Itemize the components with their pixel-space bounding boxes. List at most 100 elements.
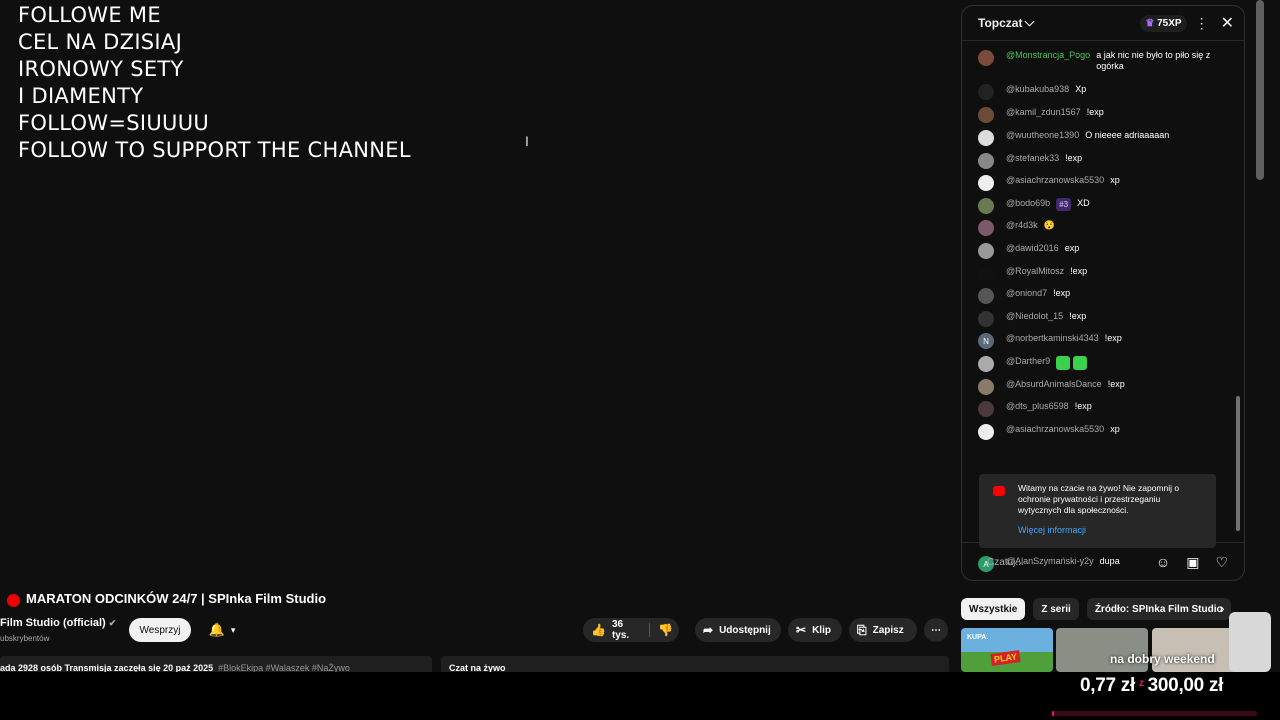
save-button[interactable]: ⎘ Zapisz (849, 618, 917, 642)
page-scrollbar[interactable] (1256, 0, 1264, 180)
notice-link[interactable]: Więcej informacji (1018, 525, 1086, 535)
like-count[interactable]: 36 tys. (612, 619, 639, 641)
chat-messages: @Monstrancja_Pogo a jak nic nie było to p… (962, 42, 1232, 572)
chat-message[interactable]: @bodo69b #3 XD (962, 198, 1228, 214)
more-horizontal-icon: ⋯ (931, 624, 941, 636)
subscriber-count: ubskrybentów (0, 634, 50, 643)
heart-icon[interactable]: ♡ (1215, 554, 1228, 571)
chevron-right-icon[interactable]: › (1220, 600, 1225, 616)
chat-text: a jak nic nie było to piło się z ogórka (1096, 50, 1211, 71)
chip-all[interactable]: Wszystkie (961, 598, 1026, 620)
emoji-icon[interactable]: ☺ (1156, 554, 1170, 570)
chat-author[interactable]: @dawid2016 (1006, 243, 1059, 254)
avatar[interactable] (978, 84, 994, 100)
chat-message[interactable]: @Niedolot_15 !exp (962, 311, 1228, 327)
chat-message[interactable]: @asiachrzanowska5530 xp (962, 175, 1228, 191)
avatar[interactable] (978, 175, 994, 191)
chat-welcome-notice: Witamy na czacie na żywo! Nie zapomnij o… (979, 474, 1216, 548)
chat-author[interactable]: @RoyalMitosz (1006, 266, 1064, 277)
avatar[interactable] (978, 356, 994, 372)
dislike-icon[interactable]: 👎 (658, 623, 673, 637)
chat-message[interactable]: @Monstrancja_Pogo a jak nic nie było to p… (962, 50, 1228, 72)
chat-author[interactable]: @kubakuba938 (1006, 84, 1069, 95)
chat-author[interactable]: @r4d3k (1006, 220, 1038, 231)
donation-progress-fill (1052, 711, 1055, 716)
channel-name-text[interactable]: Film Studio (official) (0, 617, 106, 629)
chat-author[interactable]: @dts_plus6598 (1006, 401, 1069, 412)
chat-author[interactable]: @asiachrzanowska5530 (1006, 424, 1104, 435)
chat-text: xp (1110, 424, 1120, 434)
super-chat-icon[interactable]: ▣ (1186, 554, 1199, 571)
chat-message[interactable]: @r4d3k 😯 (962, 220, 1228, 236)
chat-author[interactable]: @wuutheone1390 (1006, 130, 1079, 141)
avatar[interactable] (978, 130, 994, 146)
chat-message[interactable]: @RoyalMitosz !exp (962, 266, 1228, 282)
chat-message[interactable]: @dts_plus6598 !exp (962, 401, 1228, 417)
avatar[interactable] (978, 311, 994, 327)
xp-badge[interactable]: ♛ 75XP (1140, 14, 1187, 32)
share-button[interactable]: ➦ Udostępnij (695, 618, 781, 642)
avatar[interactable] (978, 266, 994, 282)
chat-input[interactable]: Czatuj... (987, 557, 1156, 568)
chat-author[interactable]: @Darther9 (1006, 356, 1050, 367)
clip-button[interactable]: ✂ Klip (788, 618, 842, 642)
chat-author[interactable]: @kamil_zdun1567 (1006, 107, 1081, 118)
chat-message[interactable]: @oniond7 !exp (962, 288, 1228, 304)
custom-emoji-icon (1073, 356, 1088, 370)
chat-message[interactable]: @stefanek33 !exp (962, 153, 1228, 169)
chat-author[interactable]: @asiachrzanowska5530 (1006, 175, 1104, 186)
chat-message[interactable]: @kubakuba938 Xp (962, 84, 1228, 100)
avatar[interactable] (978, 379, 994, 395)
notification-bell-button[interactable]: 🔔 ▾ (197, 618, 247, 642)
chat-author[interactable]: @Niedolot_15 (1006, 311, 1063, 322)
like-icon[interactable]: 👍 (591, 623, 606, 637)
avatar[interactable]: N (978, 333, 994, 349)
chat-message[interactable]: @kamil_zdun1567 !exp (962, 107, 1228, 123)
chat-scrollbar[interactable] (1236, 46, 1240, 536)
support-button[interactable]: Wesprzyj (129, 618, 191, 642)
avatar[interactable] (978, 424, 994, 440)
chat-mode-select[interactable]: Topczat (978, 16, 1022, 30)
member-badge: #3 (1056, 198, 1072, 211)
avatar[interactable] (978, 220, 994, 236)
chat-message[interactable]: @asiachrzanowska5530 xp (962, 424, 1228, 440)
chat-message[interactable]: @Darther9 (962, 356, 1228, 372)
chat-author[interactable]: @stefanek33 (1006, 153, 1059, 164)
video-title: MARATON ODCINKÓW 24/7 | SPInka Film Stud… (26, 591, 327, 606)
avatar[interactable] (978, 288, 994, 304)
channel-name[interactable]: Film Studio (official) ✔ (0, 617, 116, 629)
chat-author[interactable]: @bodo69b (1006, 198, 1050, 209)
chat-author[interactable]: @AbsurdAnimalsDance (1006, 379, 1102, 390)
overlay-line: FOLLOW=SIUUUU (18, 111, 210, 135)
more-actions-button[interactable]: ⋯ (924, 618, 948, 642)
bell-icon: 🔔 (208, 622, 225, 637)
chat-message[interactable]: @dawid2016 exp (962, 243, 1228, 259)
chevron-down-icon[interactable] (1025, 16, 1035, 26)
chat-text: !exp (1065, 153, 1083, 163)
close-icon[interactable]: ✕ (1221, 13, 1234, 33)
avatar[interactable] (978, 243, 994, 259)
chat-author[interactable]: @oniond7 (1006, 288, 1047, 299)
thumbnail-label: KUPA. (967, 634, 989, 641)
chat-message[interactable]: @AbsurdAnimalsDance !exp (962, 379, 1228, 395)
chat-message[interactable]: @wuutheone1390 O nieeee adriaaaaan (962, 130, 1228, 146)
chat-message[interactable]: N @norbertkaminski4343 !exp (962, 333, 1228, 349)
verified-icon: ✔ (108, 618, 117, 628)
chat-author[interactable]: @Monstrancja_Pogo (1006, 50, 1090, 61)
chat-author[interactable]: @norbertkaminski4343 (1006, 333, 1099, 344)
avatar[interactable] (978, 153, 994, 169)
related-video-thumbnail[interactable]: KUPA. PLAY (961, 628, 1053, 672)
avatar[interactable] (978, 401, 994, 417)
chip-source[interactable]: Źródło: SPInka Film Studio (1086, 598, 1231, 620)
avatar[interactable] (978, 198, 994, 214)
avatar[interactable] (978, 107, 994, 123)
chip-series[interactable]: Z serii (1033, 598, 1079, 620)
clip-label: Klip (812, 624, 831, 636)
overlay-line: IRONOWY SETY (18, 57, 184, 81)
divider (649, 623, 651, 637)
avatar[interactable] (978, 50, 994, 66)
chat-text: !exp (1074, 401, 1092, 411)
scrollbar-thumb[interactable] (1236, 396, 1240, 531)
more-options-icon[interactable]: ⋮ (1195, 15, 1209, 32)
scissors-icon: ✂ (796, 623, 807, 637)
